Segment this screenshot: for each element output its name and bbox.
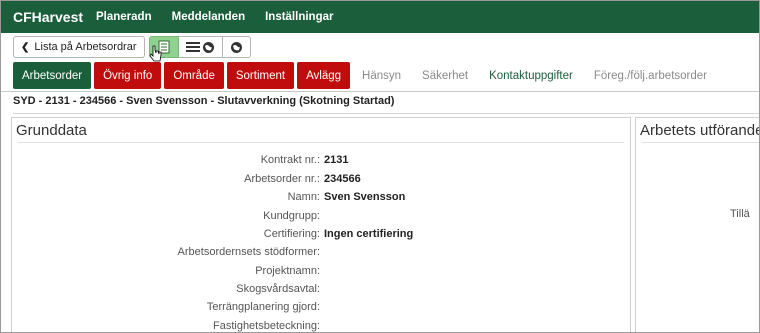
tab-avlagg[interactable]: Avlägg [297, 62, 351, 89]
back-to-list-label: Lista på Arbetsordrar [34, 41, 137, 53]
field-value: Sven Svensson [324, 191, 406, 203]
brand-logo[interactable]: CFHarvest [1, 9, 96, 25]
field-row-kundgrupp: Kundgrupp: [12, 210, 622, 228]
order-title: SYD - 2131 - 234566 - Sven Svensson - Sl… [13, 95, 395, 107]
field-label: Certifiering: [263, 228, 320, 240]
arbetets-utforande-panel: Arbetets utförande Tillä [635, 117, 760, 332]
toolbar: ❮ Lista på Arbetsordrar [13, 36, 251, 58]
field-row-projektnamn: Projektnamn: [12, 265, 622, 283]
back-to-list-button[interactable]: ❮ Lista på Arbetsordrar [13, 36, 145, 58]
field-row-arbetsorder: Arbetsorder nr.: 234566 [12, 173, 622, 191]
field-label: Arbetsordernsets stödformer: [177, 246, 320, 258]
tab-ovrig-info[interactable]: Övrig info [94, 62, 162, 89]
field-label: Kundgrupp: [263, 210, 320, 222]
field-label: Skogsvårdsavtal: [236, 283, 320, 295]
field-row-skogsvardsavtal: Skogsvårdsavtal: [12, 283, 622, 301]
tab-sortiment[interactable]: Sortiment [226, 62, 295, 89]
nav-planeradn[interactable]: Planeradn [96, 11, 152, 23]
grunddata-panel: Grunddata Kontrakt nr.: 2131 Arbetsorder… [11, 117, 631, 332]
field-value: 234566 [324, 173, 361, 185]
view-toggle-group [148, 36, 251, 58]
nav-meddelanden[interactable]: Meddelanden [172, 11, 245, 23]
mouse-cursor-icon [149, 45, 162, 62]
chevron-left-icon: ❮ [21, 41, 30, 53]
app-window: CFHarvest Planeradn Meddelanden Inställn… [0, 0, 760, 333]
tab-foreg-folj-arbetsorder[interactable]: Föreg./följ.arbetsorder [585, 62, 716, 89]
field-value: Ingen certifiering [324, 228, 414, 240]
list-icon [185, 42, 200, 52]
list-map-view-button[interactable] [178, 36, 223, 58]
order-tabs: Arbetsorder Övrig info Område Sortiment … [13, 62, 719, 89]
tab-kontaktuppgifter[interactable]: Kontaktuppgifter [480, 62, 582, 89]
field-label: Tillä [730, 208, 750, 220]
tabs-divider [1, 91, 759, 92]
tab-hansyn[interactable]: Hänsyn [353, 62, 410, 89]
field-row-namn: Namn: Sven Svensson [12, 191, 622, 209]
tab-omrade[interactable]: Område [164, 62, 224, 89]
field-label: Fastighetsbeteckning: [212, 320, 320, 332]
tab-arbetsorder[interactable]: Arbetsorder [13, 62, 92, 89]
globe-icon [230, 41, 242, 53]
field-label: Terrängplanering gjord: [206, 301, 320, 313]
field-label: Namn: [287, 191, 320, 203]
arbetets-divider [642, 142, 759, 143]
field-row-stodformer: Arbetsordernsets stödformer: [12, 246, 622, 264]
grunddata-divider [18, 142, 624, 143]
top-navbar: CFHarvest Planeradn Meddelanden Inställn… [1, 1, 759, 33]
field-row-certifiering: Certifiering: Ingen certifiering [12, 228, 622, 246]
field-row-terrangplanering: Terrängplanering gjord: [12, 301, 622, 319]
field-label: Projektnamn: [255, 265, 320, 277]
field-row-kontrakt: Kontrakt nr.: 2131 [12, 154, 622, 172]
order-title-divider [13, 113, 759, 114]
field-row-fastighetsbeteckning: Fastighetsbeteckning: [12, 320, 622, 332]
field-label: Arbetsorder nr.: [244, 173, 320, 185]
field-value: 2131 [324, 154, 349, 166]
arbetets-title: Arbetets utförande [640, 122, 760, 139]
grunddata-title: Grunddata [16, 122, 87, 139]
nav-installningar[interactable]: Inställningar [265, 11, 333, 23]
globe-icon [202, 41, 214, 53]
map-view-button[interactable] [222, 36, 251, 58]
tab-sakerhet[interactable]: Säkerhet [413, 62, 477, 89]
field-label: Kontrakt nr.: [260, 154, 320, 166]
